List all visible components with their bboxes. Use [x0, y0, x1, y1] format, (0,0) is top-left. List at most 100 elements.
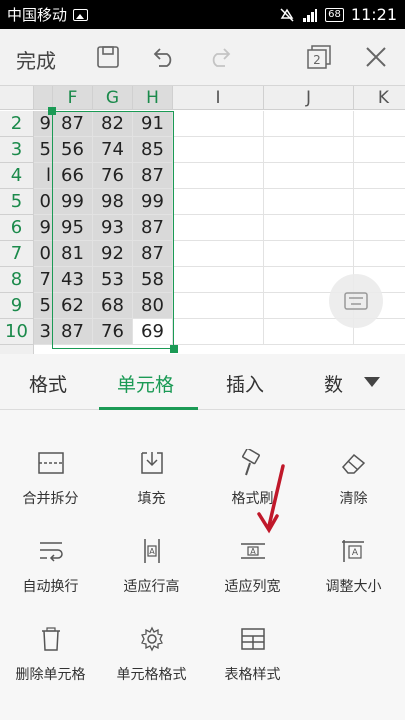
table-cell[interactable]	[173, 163, 264, 189]
table-cell[interactable]: 81	[53, 241, 93, 267]
tab-format[interactable]: 格式	[29, 370, 67, 397]
table-cell[interactable]	[354, 241, 405, 267]
tool-button[interactable]: 合并拆分	[0, 428, 101, 508]
table-cell[interactable]: 3	[34, 319, 53, 345]
table-cell[interactable]	[173, 189, 264, 215]
table-cell[interactable]: 87	[133, 241, 173, 267]
table-cell[interactable]	[354, 137, 405, 163]
table-cell[interactable]: 56	[53, 137, 93, 163]
tab-insert[interactable]: 插入	[226, 370, 264, 397]
table-cell[interactable]: 0	[34, 189, 53, 215]
row-header[interactable]: 7	[0, 241, 34, 267]
table-cell[interactable]	[264, 111, 354, 137]
column-header-f[interactable]: F	[53, 86, 93, 110]
more-tabs-icon[interactable]	[364, 377, 380, 387]
column-header-h[interactable]: H	[133, 86, 173, 110]
row-header[interactable]: 5	[0, 189, 34, 215]
row-header[interactable]: 4	[0, 163, 34, 189]
table-cell[interactable]: 74	[93, 137, 133, 163]
table-cell[interactable]: 7	[34, 267, 53, 293]
table-cell[interactable]: 80	[133, 293, 173, 319]
table-cell[interactable]: 43	[53, 267, 93, 293]
save-icon[interactable]	[92, 41, 124, 73]
table-cell[interactable]: 93	[93, 215, 133, 241]
tab-cell[interactable]: 单元格	[117, 370, 174, 397]
row-header[interactable]: 3	[0, 137, 34, 163]
table-cell[interactable]: 62	[53, 293, 93, 319]
tool-button[interactable]: 删除单元格	[0, 604, 101, 684]
keyboard-icon	[344, 292, 368, 310]
done-button[interactable]: 完成	[16, 45, 56, 74]
table-cell[interactable]	[173, 215, 264, 241]
table-cell[interactable]: 76	[93, 163, 133, 189]
table-cell[interactable]: 66	[53, 163, 93, 189]
selection-handle-bottom-right[interactable]	[170, 345, 178, 353]
column-header-i[interactable]: I	[173, 86, 264, 110]
table-cell[interactable]	[173, 319, 264, 345]
table-cell[interactable]	[173, 111, 264, 137]
table-cell[interactable]	[264, 215, 354, 241]
table-cell[interactable]: 53	[93, 267, 133, 293]
table-cell[interactable]	[173, 241, 264, 267]
table-cell[interactable]	[264, 137, 354, 163]
tool-button[interactable]: A 调整大小	[303, 516, 404, 596]
spreadsheet-grid[interactable]: F G H I J K 2 9 87 82 91 3 5 56 74 85 4 l 66 76 87 5 0 99…	[0, 86, 405, 354]
table-cell[interactable]: 76	[93, 319, 133, 345]
tool-label: 表格样式	[224, 667, 281, 683]
table-cell[interactable]: 0	[34, 241, 53, 267]
table-cell[interactable]: 9	[34, 215, 53, 241]
table-cell[interactable]	[354, 111, 405, 137]
table-cell[interactable]	[264, 189, 354, 215]
column-header-j[interactable]: J	[264, 86, 354, 110]
undo-icon[interactable]	[148, 41, 180, 73]
row-header-partial[interactable]	[0, 345, 34, 354]
table-cell[interactable]: 5	[34, 293, 53, 319]
table-cell[interactable]	[264, 163, 354, 189]
table-cell[interactable]	[354, 163, 405, 189]
table-cell[interactable]: 92	[93, 241, 133, 267]
row-header[interactable]: 6	[0, 215, 34, 241]
table-cell[interactable]: 99	[53, 189, 93, 215]
table-cell[interactable]	[264, 241, 354, 267]
table-cell[interactable]	[354, 215, 405, 241]
table-cell[interactable]: 87	[53, 111, 93, 137]
tool-button[interactable]: 单元格格式	[101, 604, 202, 684]
table-cell[interactable]: 87	[53, 319, 93, 345]
delete-cell-icon	[36, 624, 66, 654]
tab-data[interactable]: 数	[324, 370, 343, 397]
tool-button[interactable]: 自动换行	[0, 516, 101, 596]
table-cell[interactable]: 95	[53, 215, 93, 241]
corner-cell[interactable]	[0, 86, 34, 110]
table-cell[interactable]	[173, 267, 264, 293]
tool-button[interactable]: A 适应行高	[101, 516, 202, 596]
table-cell[interactable]: 82	[93, 111, 133, 137]
table-cell[interactable]: 87	[133, 163, 173, 189]
table-cell[interactable]: 87	[133, 215, 173, 241]
table-cell[interactable]	[173, 293, 264, 319]
selection-handle-top-left[interactable]	[48, 107, 56, 115]
table-cell[interactable]: 68	[93, 293, 133, 319]
redo-icon[interactable]	[204, 41, 236, 73]
table-cell[interactable]: l	[34, 163, 53, 189]
table-cell[interactable]: 91	[133, 111, 173, 137]
row-header[interactable]: 2	[0, 111, 34, 137]
column-header-g[interactable]: G	[93, 86, 133, 110]
table-cell[interactable]: 69	[133, 319, 173, 345]
table-cell[interactable]: 99	[133, 189, 173, 215]
close-icon[interactable]	[360, 41, 392, 73]
tool-button[interactable]: 填充	[101, 428, 202, 508]
row-header[interactable]: 10	[0, 319, 34, 345]
table-cell[interactable]: 5	[34, 137, 53, 163]
tool-button[interactable]: 表格样式	[202, 604, 303, 684]
table-cell[interactable]: 85	[133, 137, 173, 163]
table-cell[interactable]	[354, 189, 405, 215]
tool-button[interactable]: 清除	[303, 428, 404, 508]
table-cell[interactable]: 58	[133, 267, 173, 293]
table-cell[interactable]	[173, 137, 264, 163]
row-header[interactable]: 9	[0, 293, 34, 319]
row-header[interactable]: 8	[0, 267, 34, 293]
window-switch-icon[interactable]: 2	[303, 41, 335, 73]
column-header-k[interactable]: K	[354, 86, 405, 110]
table-cell[interactable]: 98	[93, 189, 133, 215]
keyboard-toggle-button[interactable]	[329, 274, 383, 328]
